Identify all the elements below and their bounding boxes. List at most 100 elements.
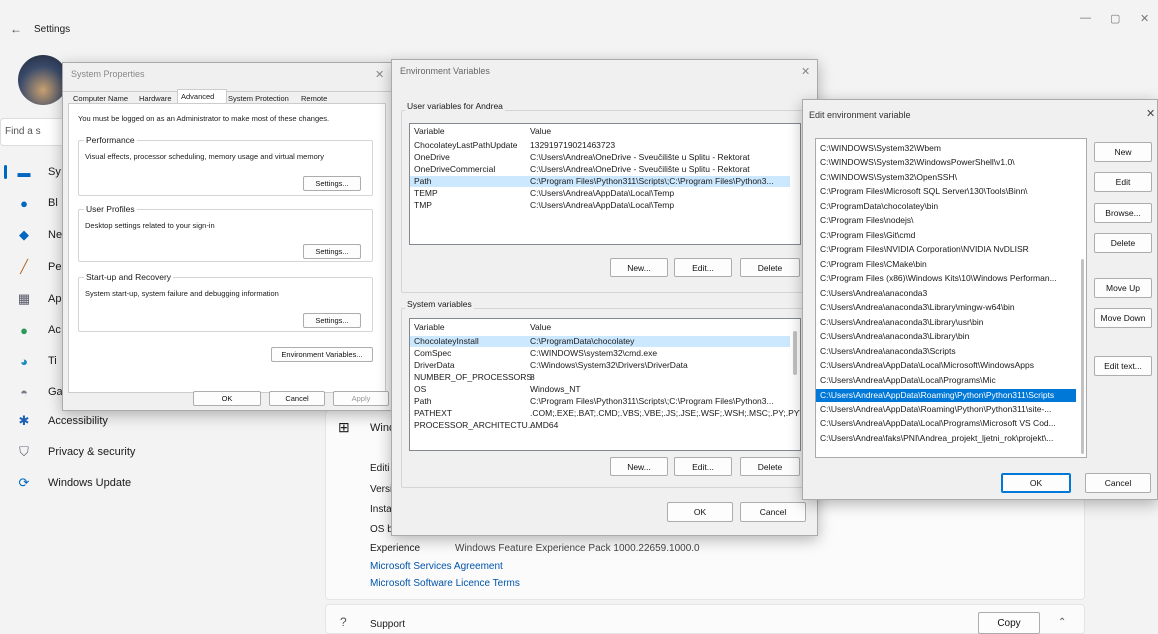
copy-button[interactable]: Copy [978,612,1040,634]
list-item[interactable]: C:\Program Files\Git\cmd [816,230,1076,241]
close-icon[interactable]: ✕ [375,68,384,81]
path-entries-list[interactable]: C:\WINDOWS\System32\Wbem C:\WINDOWS\Syst… [815,138,1087,458]
list-item[interactable]: C:\Program Files\CMake\bin [816,259,1076,270]
close-icon[interactable]: ✕ [1146,107,1155,120]
browse-button[interactable]: Browse... [1094,203,1152,223]
system-new-button[interactable]: New... [610,457,668,476]
variable-name: OneDrive [414,152,450,162]
list-item[interactable]: C:\WINDOWS\System32\OpenSSH\ [816,172,1076,183]
cancel-button[interactable]: Cancel [740,502,806,522]
list-item[interactable]: C:\ProgramData\chocolatey\bin [816,201,1076,212]
column-value[interactable]: Value [530,126,551,136]
variable-value: C:\Users\Andrea\AppData\Local\Temp [530,200,675,210]
delete-button[interactable]: Delete [1094,233,1152,253]
table-row[interactable]: Path C:\Program Files\Python311\Scripts\;… [410,396,800,407]
table-row[interactable]: ChocolateyLastPathUpdate 1329197190214637… [410,140,800,151]
minimize-button[interactable]: — [1080,12,1091,24]
table-row[interactable]: OS Windows_NT [410,384,800,395]
performance-settings-button[interactable]: Settings... [303,176,361,191]
edit-text-button[interactable]: Edit text... [1094,356,1152,376]
startup-settings-button[interactable]: Settings... [303,313,361,328]
maximize-button[interactable]: ▢ [1110,12,1120,25]
cancel-button[interactable]: Cancel [1085,473,1151,493]
table-row[interactable]: DriverData C:\Windows\System32\Drivers\Dr… [410,360,800,371]
environment-variables-button[interactable]: Environment Variables... [271,347,373,362]
ok-button[interactable]: OK [1001,473,1071,493]
table-row-selected[interactable]: ChocolateyInstall C:\ProgramData\chocolat… [410,336,790,347]
spec-label-edition: Editi [370,463,390,474]
button-label: Cancel [285,394,309,403]
update-icon: ⟳ [18,475,30,490]
table-row[interactable]: PATHEXT .COM;.EXE;.BAT;.CMD;.VBS;.VBE;.JS… [410,408,800,419]
list-item[interactable]: C:\Users\Andrea\AppData\Local\Microsoft\… [816,360,1076,371]
list-item[interactable]: C:\Program Files\NVIDIA Corporation\NVID… [816,244,1076,255]
tab-system-protection[interactable]: System Protection [228,94,289,103]
list-item[interactable]: C:\WINDOWS\System32\Wbem [816,143,1076,154]
new-button[interactable]: New [1094,142,1152,162]
close-button[interactable]: ✕ [1140,12,1149,25]
back-button[interactable]: ← [10,22,22,36]
move-up-button[interactable]: Move Up [1094,278,1152,298]
user-profiles-settings-button[interactable]: Settings... [303,244,361,259]
system-variables-list[interactable]: Variable Value ChocolateyInstall C:\Progra… [409,318,801,451]
nav-item-accessibility[interactable]: ✱ Accessibility [14,408,314,434]
list-item[interactable]: C:\Program Files\nodejs\ [816,215,1076,226]
list-item[interactable]: C:\Users\Andrea\anaconda3 [816,288,1076,299]
environment-variables-dialog: Environment Variables ✕ User variables f… [391,59,818,536]
link-services-agreement[interactable]: Microsoft Services Agreement [370,561,503,572]
user-variables-label: User variables for Andrea [405,101,505,111]
close-icon[interactable]: ✕ [801,65,810,78]
chevron-up-icon[interactable]: ⌃ [1058,617,1066,628]
user-delete-button[interactable]: Delete [740,258,800,277]
ok-button[interactable]: OK [667,502,733,522]
list-item[interactable]: C:\WINDOWS\System32\WindowsPowerShell\v1… [816,157,1076,168]
list-item-selected[interactable]: C:\Users\Andrea\AppData\Roaming\Python\P… [816,389,1076,402]
nav-item-privacy[interactable]: ⛉ Privacy & security [14,439,314,465]
list-item[interactable]: C:\Program Files (x86)\Windows Kits\10\W… [816,273,1076,284]
list-item[interactable]: C:\Users\Andrea\faks\PNI\Andrea_projekt_… [816,433,1076,444]
scrollbar-thumb[interactable] [1081,259,1084,454]
tab-advanced[interactable]: Advanced [181,92,214,101]
edit-button[interactable]: Edit [1094,172,1152,192]
variable-name: TEMP [414,188,438,198]
tab-remote[interactable]: Remote [301,94,327,103]
table-row[interactable]: TMP C:\Users\Andrea\AppData\Local\Temp [410,200,800,211]
move-down-button[interactable]: Move Down [1094,308,1152,328]
variable-value: C:\Users\Andrea\OneDrive - Sveučilište u… [530,152,750,162]
column-variable[interactable]: Variable [414,126,445,136]
nav-label: Ti [48,355,57,367]
list-item[interactable]: C:\Users\Andrea\anaconda3\Scripts [816,346,1076,357]
scrollbar-thumb[interactable] [793,331,797,375]
variable-value: C:\Windows\System32\Drivers\DriverData [530,360,688,370]
list-item[interactable]: C:\Program Files\Microsoft SQL Server\13… [816,186,1076,197]
table-row[interactable]: TEMP C:\Users\Andrea\AppData\Local\Temp [410,188,800,199]
list-item[interactable]: C:\Users\Andrea\AppData\Roaming\Python\P… [816,404,1076,415]
link-licence-terms[interactable]: Microsoft Software Licence Terms [370,578,520,589]
ok-button[interactable]: OK [193,391,261,406]
user-edit-button[interactable]: Edit... [674,258,732,277]
nav-item-windows-update[interactable]: ⟳ Windows Update [14,470,314,496]
table-row[interactable]: NUMBER_OF_PROCESSORS 8 [410,372,800,383]
cancel-button[interactable]: Cancel [269,391,325,406]
apply-button[interactable]: Apply [333,391,389,406]
list-item[interactable]: C:\Users\Andrea\anaconda3\Library\bin [816,331,1076,342]
system-edit-button[interactable]: Edit... [674,457,732,476]
system-delete-button[interactable]: Delete [740,457,800,476]
list-item[interactable]: C:\Users\Andrea\AppData\Local\Programs\M… [816,418,1076,429]
tab-computer-name[interactable]: Computer Name [73,94,128,103]
tab-hardware[interactable]: Hardware [139,94,172,103]
user-variables-list[interactable]: Variable Value ChocolateyLastPathUpdate 13… [409,123,801,245]
list-item[interactable]: C:\Users\Andrea\AppData\Local\Programs\M… [816,375,1076,386]
search-input[interactable]: Find a s [0,118,70,146]
list-item[interactable]: C:\Users\Andrea\anaconda3\Library\mingw-… [816,302,1076,313]
column-variable[interactable]: Variable [414,322,445,332]
table-row[interactable]: ComSpec C:\WINDOWS\system32\cmd.exe [410,348,800,359]
button-label: Delete [757,262,783,273]
user-new-button[interactable]: New... [610,258,668,277]
table-row[interactable]: OneDriveCommercial C:\Users\Andrea\OneDri… [410,164,800,175]
table-row-selected[interactable]: Path C:\Program Files\Python311\Scripts\;… [410,176,790,187]
table-row[interactable]: PROCESSOR_ARCHITECTU... AMD64 [410,420,800,431]
column-value[interactable]: Value [530,322,551,332]
list-item[interactable]: C:\Users\Andrea\anaconda3\Library\usr\bi… [816,317,1076,328]
table-row[interactable]: OneDrive C:\Users\Andrea\OneDrive - Sveuč… [410,152,800,163]
